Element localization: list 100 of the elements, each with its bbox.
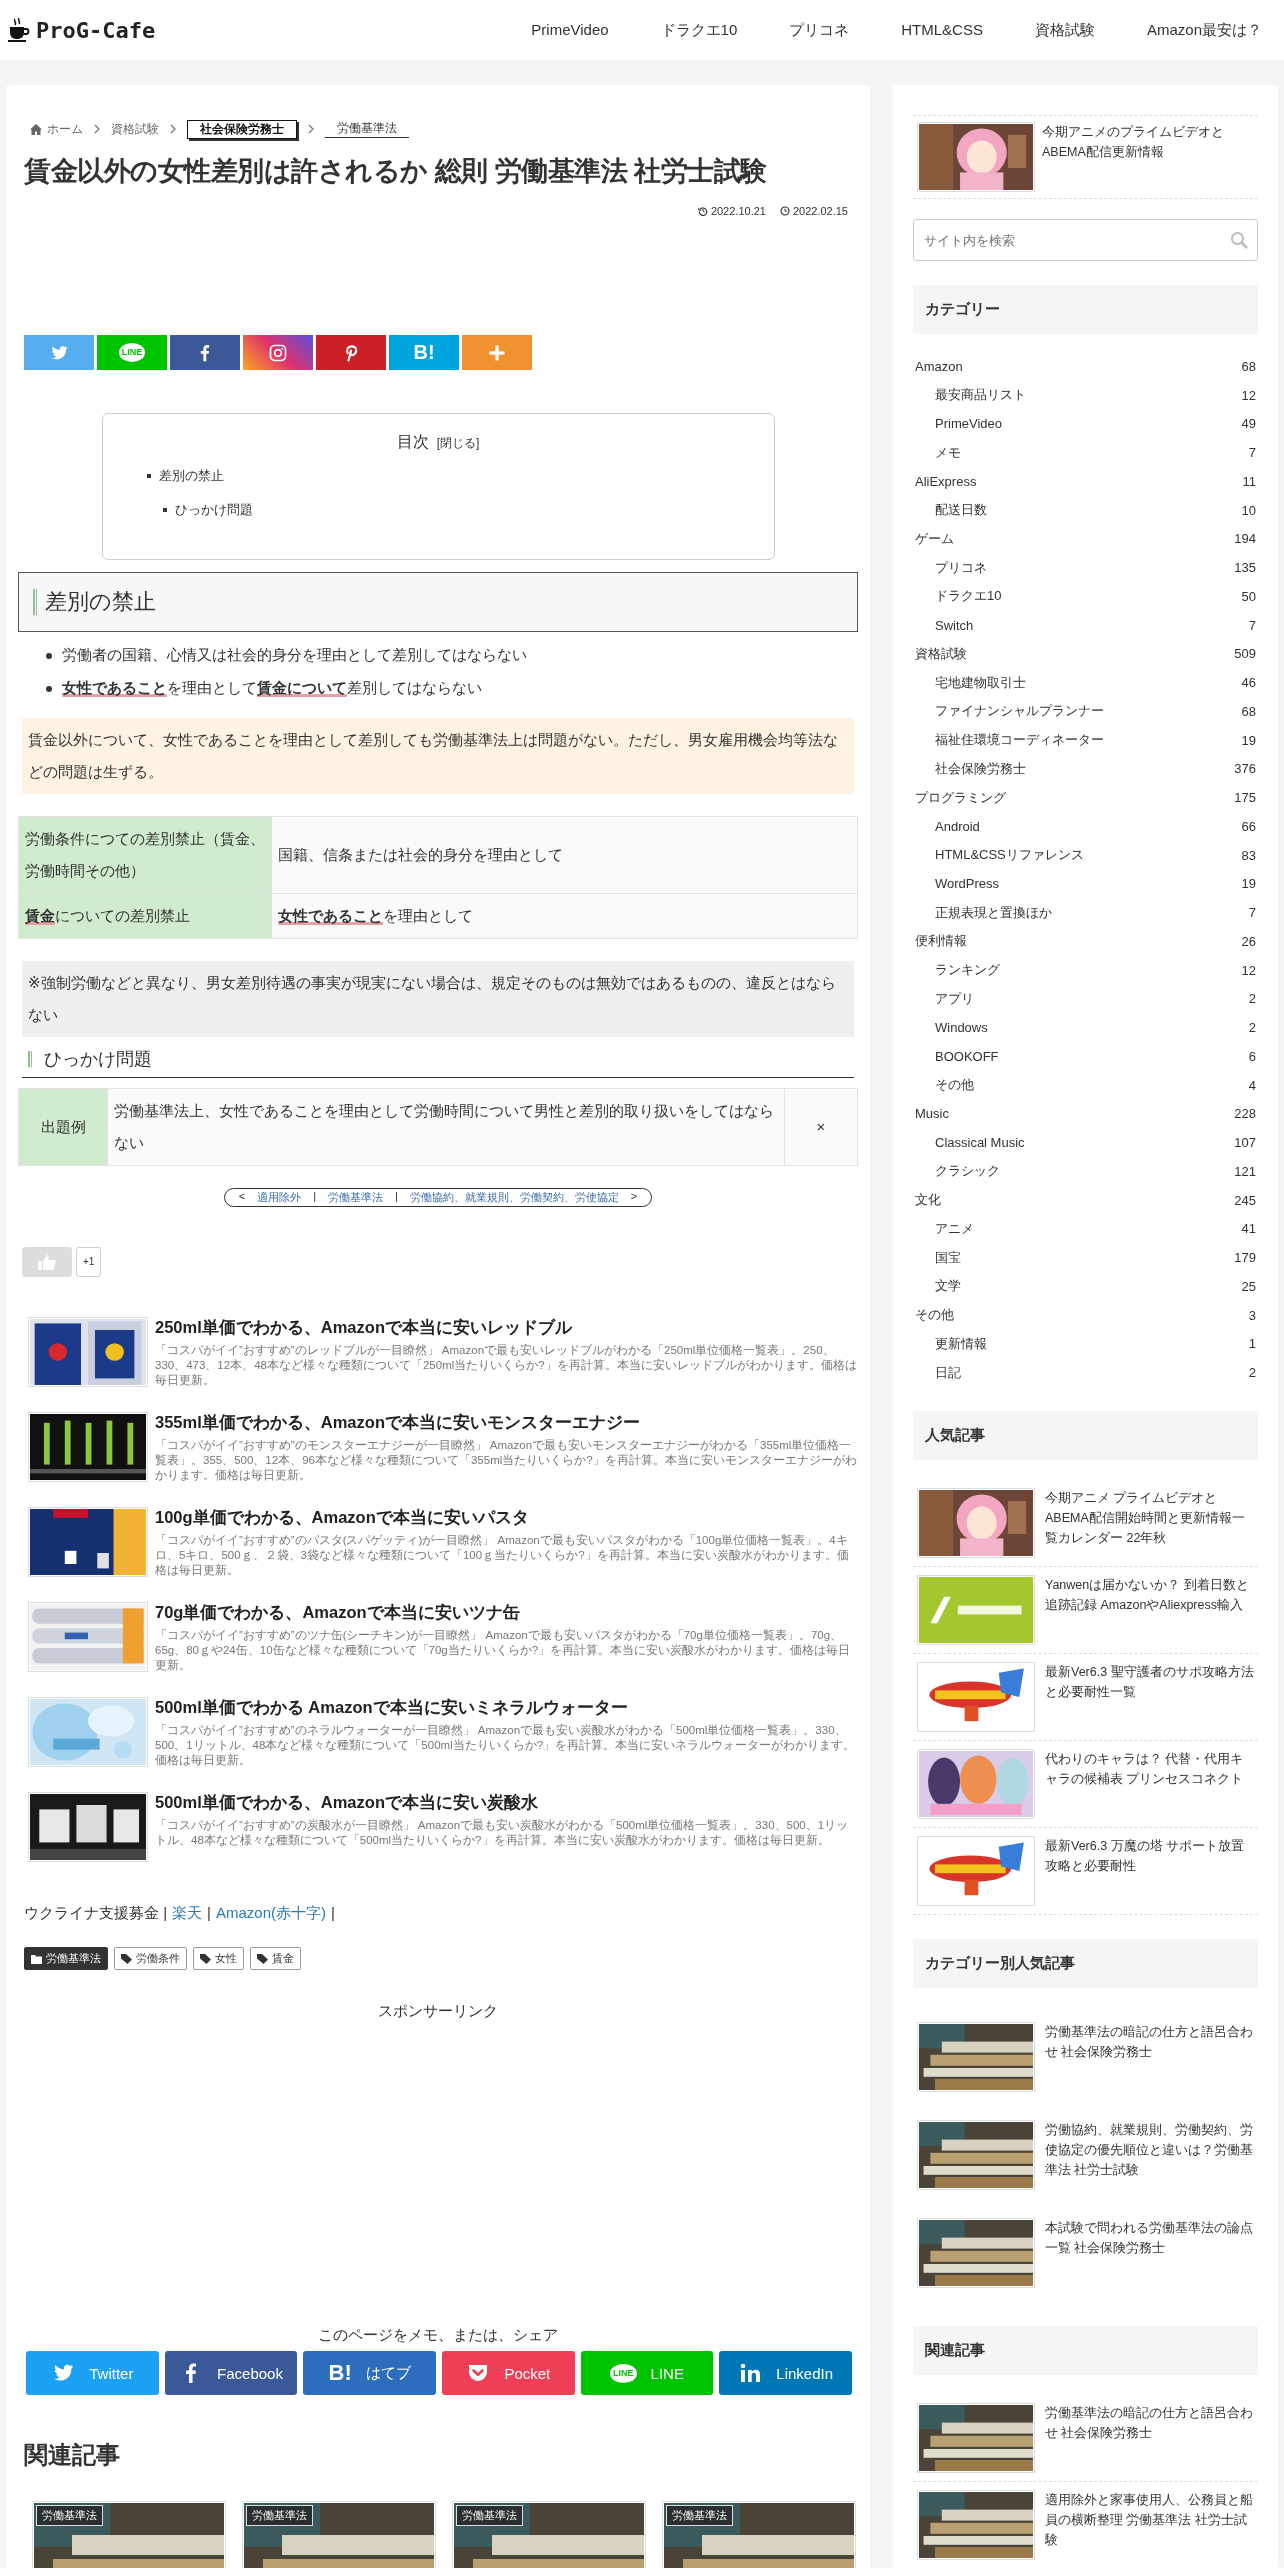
category-link[interactable]: ドラクエ10	[935, 587, 1002, 606]
category-link[interactable]: アニメ	[935, 1219, 974, 1238]
article-link[interactable]: 適用除外と家事使用人、公務員と船員の横断整理 労働基準法 社労士試験	[1045, 2490, 1254, 2560]
share-button[interactable]: LinkedIn	[719, 2351, 853, 2395]
category-link[interactable]: AliExpress	[915, 473, 977, 489]
category-link[interactable]: 福祉住環境コーディネーター	[935, 731, 1104, 750]
category-link[interactable]: Amazon	[915, 358, 963, 374]
category-link[interactable]: Music	[915, 1106, 949, 1122]
pager-arrow[interactable]: <	[238, 1190, 246, 1205]
category-link[interactable]: 文化	[915, 1191, 941, 1210]
article-link[interactable]: 労働基準法の暗記の仕方と語呂合わせ 社会保険労務士	[1045, 2403, 1254, 2473]
category-link[interactable]: メモ	[935, 443, 961, 462]
category-link[interactable]: BOOKOFF	[935, 1048, 999, 1064]
nav-link[interactable]: HTML&CSS	[901, 20, 983, 40]
pager-link[interactable]: 労働協約、就業規則、労働契約、労使協定	[409, 1190, 619, 1205]
article-link[interactable]: 今期アニメのプライムビデオとABEMA配信更新情報	[1042, 122, 1254, 192]
category-link[interactable]: 最安商品リスト	[935, 386, 1026, 405]
pager-link[interactable]: 労働基準法	[328, 1190, 383, 1205]
donation-text: |	[331, 1904, 335, 1923]
category-link[interactable]: プリコネ	[935, 558, 987, 577]
article-link[interactable]: 最新Ver6.3 万魔の塔 サポート放置攻略と必要耐性	[1045, 1836, 1254, 1906]
category-count: 2	[1248, 1365, 1256, 1381]
toc-toggle-link[interactable]: [閉じる]	[436, 435, 480, 452]
tag-link[interactable]: 労働条件	[114, 1947, 187, 1970]
category-link[interactable]: 配送日数	[935, 501, 987, 520]
category-link[interactable]: WordPress	[935, 876, 1000, 892]
article-link[interactable]: Yanwenは届かないか？ 到着日数と追跡記録 AmazonやAliexpress輸入	[1045, 1575, 1254, 1645]
category-link[interactable]: 国宝	[935, 1248, 961, 1267]
article-link[interactable]: 500ml単価でわかる、Amazonで本当に安い炭酸水	[155, 1792, 858, 1814]
category-link[interactable]: 宅地建物取引士	[935, 673, 1026, 692]
nav-link[interactable]: Amazon最安は？	[1146, 20, 1262, 40]
category-link[interactable]: 文学	[935, 1277, 961, 1296]
article-link[interactable]: 250ml単価でわかる、Amazonで本当に安いレッドブル	[155, 1317, 858, 1339]
nav-link[interactable]: PrimeVideo	[531, 20, 609, 40]
toc-link[interactable]: ひっかけ問題	[174, 501, 253, 519]
article-link[interactable]: 労働協約、就業規則、労働契約、労使協定の優先順位と違いは？労働基準法 社労士試験	[1045, 2120, 1254, 2190]
category-link[interactable]: HTML&CSSリファレンス	[935, 846, 1084, 865]
article-link[interactable]: 355ml単価でわかる、Amazonで本当に安いモンスターエナジー	[155, 1412, 858, 1434]
toc-link[interactable]: 差別の禁止	[158, 467, 224, 485]
category-link[interactable]: クラシック	[935, 1162, 1000, 1181]
category-link[interactable]: Android	[935, 818, 980, 834]
share-button[interactable]	[316, 335, 386, 370]
search-field[interactable]: サイト内を検索	[913, 219, 1258, 261]
article-link[interactable]: 最新Ver6.3 聖守護者のサポ攻略方法と必要耐性一覧	[1045, 1662, 1254, 1732]
article-link[interactable]: 今期アニメ プライムビデオとABEMA配信開始時間と更新情報一覧カレンダー 22年秋	[1045, 1488, 1254, 1558]
pager-link[interactable]: 適用除外	[257, 1190, 302, 1205]
breadcrumb-link[interactable]: 労働基準法	[325, 120, 409, 138]
category-link[interactable]: その他	[935, 1076, 974, 1095]
donation-link[interactable]: Amazon(赤十字)	[216, 1904, 326, 1923]
category-link[interactable]: プログラミング	[915, 788, 1006, 807]
category-link[interactable]: 更新情報	[935, 1334, 987, 1353]
nav-link[interactable]: ドラクエ10	[660, 20, 738, 40]
home-link[interactable]: ホーム	[30, 120, 83, 138]
category-count: 12	[1241, 387, 1256, 403]
nav-link[interactable]: プリコネ	[789, 20, 850, 40]
category-link[interactable]: 日記	[935, 1363, 961, 1382]
category-link[interactable]: 正規表現と置換ほか	[935, 903, 1052, 922]
breadcrumb-link[interactable]: 資格試験	[111, 120, 159, 138]
category-link[interactable]: 資格試験	[915, 644, 967, 663]
share-button[interactable]	[170, 335, 240, 370]
category-link[interactable]: ゲーム	[915, 529, 954, 548]
donation-link[interactable]: 楽天	[172, 1904, 203, 1923]
article-link[interactable]: 代わりのキャラは？ 代替・代用キャラの候補表 プリンセスコネクト	[1045, 1749, 1254, 1819]
tag-link[interactable]: 女性	[193, 1947, 244, 1970]
category-link[interactable]: ファイナンシャルプランナー	[935, 702, 1104, 721]
pager-arrow[interactable]: >	[630, 1190, 638, 1205]
category-link[interactable]: 便利情報	[915, 932, 967, 951]
donation-text: |	[207, 1904, 211, 1923]
nav-link[interactable]: 資格試験	[1034, 20, 1095, 40]
article-link[interactable]: 本試験で問われる労働基準法の論点一覧 社会保険労務士	[1045, 2218, 1254, 2288]
article-link[interactable]: 100g単価でわかる、Amazonで本当に安いパスタ	[155, 1507, 858, 1529]
share-button[interactable]	[243, 335, 313, 370]
hatena-icon: B!	[328, 2360, 352, 2386]
category-link[interactable]: PrimeVideo	[935, 416, 1002, 432]
share-button[interactable]: B! はてブ	[303, 2351, 436, 2395]
category-count: 7	[1248, 905, 1256, 921]
breadcrumb-link[interactable]: ホーム	[47, 120, 83, 138]
share-button[interactable]: Facebook	[164, 2351, 298, 2395]
category-link[interactable]: その他	[915, 1306, 954, 1325]
breadcrumb-link[interactable]: 社会保険労務士	[187, 119, 297, 139]
category-link[interactable]: ランキング	[935, 961, 1000, 980]
share-button[interactable]: Pocket	[442, 2351, 575, 2395]
sponsor-label: スポンサーリンク	[377, 2002, 499, 2021]
category-link[interactable]: Classical Music	[935, 1135, 1025, 1151]
separator: |	[395, 1190, 398, 1204]
tag-link[interactable]: 賃金	[250, 1947, 301, 1970]
category-link[interactable]: 社会保険労務士	[935, 759, 1026, 778]
article-link[interactable]: 労働基準法の暗記の仕方と語呂合わせ 社会保険労務士	[1045, 2022, 1254, 2092]
category-tag[interactable]: 労働基準法	[24, 1947, 108, 1970]
separator: |	[313, 1190, 316, 1204]
category-link[interactable]: Switch	[935, 617, 974, 633]
article-link[interactable]: 500ml単価でわかる Amazonで本当に安いミネラルウォーター	[155, 1697, 858, 1719]
category-count: 66	[1241, 818, 1256, 834]
article-link[interactable]: 70g単価でわかる、Amazonで本当に安いツナ缶	[155, 1602, 858, 1624]
category-link[interactable]: Windows	[935, 1020, 988, 1036]
bullet-icon	[46, 652, 52, 659]
category-link[interactable]: アプリ	[935, 989, 974, 1008]
category-label: 労働基準法	[36, 2505, 103, 2526]
site-logo[interactable]: ProG-Cafe	[36, 17, 156, 43]
category-count: 7	[1248, 617, 1256, 633]
